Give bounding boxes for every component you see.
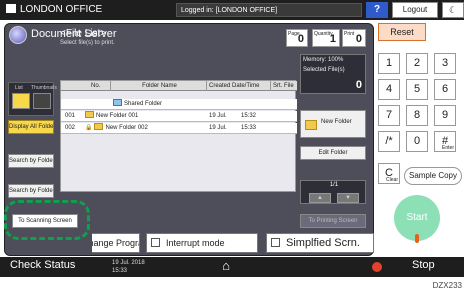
user-title: LONDON OFFICE [6, 3, 102, 17]
change-program-button[interactable]: Change Program [92, 233, 140, 253]
new-folder-icon [305, 120, 317, 130]
new-folder-button[interactable]: New Folder [300, 110, 366, 138]
key-0[interactable]: 0 [406, 131, 428, 152]
view-list-label: List [15, 85, 23, 91]
document-server-icon [9, 26, 27, 44]
search-by-folder-name-button[interactable]: Search by Folder Name [8, 184, 54, 198]
folder-table: No. Folder Name Created Date/Time Srt. F… [60, 80, 297, 192]
key-1[interactable]: 1 [378, 53, 400, 74]
table-row[interactable]: 001 New Folder 001 19 Jul. 15:32 [61, 111, 297, 122]
top-bar: LONDON OFFICE Logged in: [LONDON OFFICE]… [0, 0, 464, 20]
key-2[interactable]: 2 [406, 53, 428, 74]
display-all-folders-button[interactable]: Display All Folders [8, 120, 54, 134]
home-icon[interactable]: ⌂ [218, 259, 234, 273]
search-by-folder-no-button[interactable]: Search by Folder No. [8, 154, 54, 168]
view-toggle: List Thumbnails [8, 82, 57, 116]
bottom-row: Change Program Interrupt mode Simplfied … [0, 233, 464, 255]
clear-key[interactable]: C Clear [378, 163, 400, 184]
edit-folder-button[interactable]: Edit Folder [300, 146, 366, 160]
col-created[interactable]: Created Date/Time [207, 81, 271, 91]
folder-icon [85, 111, 94, 118]
thumbnail-view-button[interactable] [33, 93, 51, 109]
key-8[interactable]: 8 [406, 105, 428, 126]
numpad: Reset 1 2 3 4 5 6 7 8 9 /* 0 # Enter C Cle… [378, 23, 464, 243]
key-star[interactable]: /* [378, 131, 400, 152]
table-header: No. Folder Name Created Date/Time Srt. F… [61, 81, 297, 91]
sample-copy-button[interactable]: Sample Copy [404, 167, 462, 185]
simplified-screen-button[interactable]: Simplfied Scrn. [266, 233, 374, 253]
file-list-subtitle: Select file(s) to print. [60, 40, 115, 46]
checkbox-icon [271, 238, 280, 247]
scroll-down-button[interactable]: ▼ [337, 193, 359, 203]
status-datetime: 19 Jul. 2018 15:33 [112, 260, 145, 274]
file-list-title: <File List> [60, 28, 107, 39]
to-scanning-screen-button[interactable]: To Scanning Screen [12, 214, 78, 228]
key-6[interactable]: 6 [434, 79, 456, 100]
check-status-button[interactable]: Check Status [10, 259, 75, 271]
list-view-button[interactable] [12, 93, 30, 109]
table-row[interactable]: Shared Folder [61, 99, 297, 110]
quantity-counter: Quantity 1 [312, 29, 340, 47]
page-counter: Page 0 [286, 29, 308, 47]
interrupt-mode-button[interactable]: Interrupt mode [146, 233, 258, 253]
shared-folder-icon [113, 99, 122, 106]
key-7[interactable]: 7 [378, 105, 400, 126]
login-status: Logged in: [LONDON OFFICE] [176, 3, 362, 17]
scroll-up-button[interactable]: ▲ [309, 193, 331, 203]
logout-button[interactable]: Logout [392, 2, 438, 18]
key-9[interactable]: 9 [434, 105, 456, 126]
reset-button[interactable]: Reset [378, 23, 426, 41]
to-printing-screen-button[interactable]: To Printing Screen [300, 214, 366, 228]
lock-icon: 🔒 [85, 125, 93, 131]
start-indicator [415, 234, 419, 243]
figure-code: DZX233 [432, 281, 462, 290]
col-no[interactable]: No. [89, 81, 111, 91]
col-folder-name[interactable]: Folder Name [111, 81, 207, 91]
col-sort-file[interactable]: Srt. File [271, 81, 297, 91]
page-indicator: 1/1 ▲ ▼ [300, 180, 366, 204]
selected-count: 0 [355, 79, 362, 91]
energy-saver-button[interactable]: ☾ [442, 2, 464, 18]
help-button[interactable]: ? [366, 2, 388, 18]
memory-panel: Memory: 100% Selected File(s) 0 [300, 54, 366, 94]
stop-icon [372, 262, 382, 272]
key-enter[interactable]: # Enter [434, 131, 456, 152]
checkbox-icon [151, 238, 160, 247]
key-4[interactable]: 4 [378, 79, 400, 100]
table-row[interactable]: 002 🔒 New Folder 002 19 Jul. 15:33 [61, 123, 297, 134]
view-thumbnails-label: Thumbnails [31, 85, 57, 91]
user-icon [6, 4, 16, 13]
stop-button[interactable]: Stop [412, 259, 435, 271]
key-3[interactable]: 3 [434, 53, 456, 74]
key-5[interactable]: 5 [406, 79, 428, 100]
right-panel: Memory: 100% Selected File(s) 0 New Fold… [300, 54, 366, 230]
print-counter: Print 0 [342, 29, 366, 47]
status-bar: Check Status 19 Jul. 2018 15:33 ⌂ Stop [0, 257, 464, 277]
folder-icon [94, 123, 104, 130]
